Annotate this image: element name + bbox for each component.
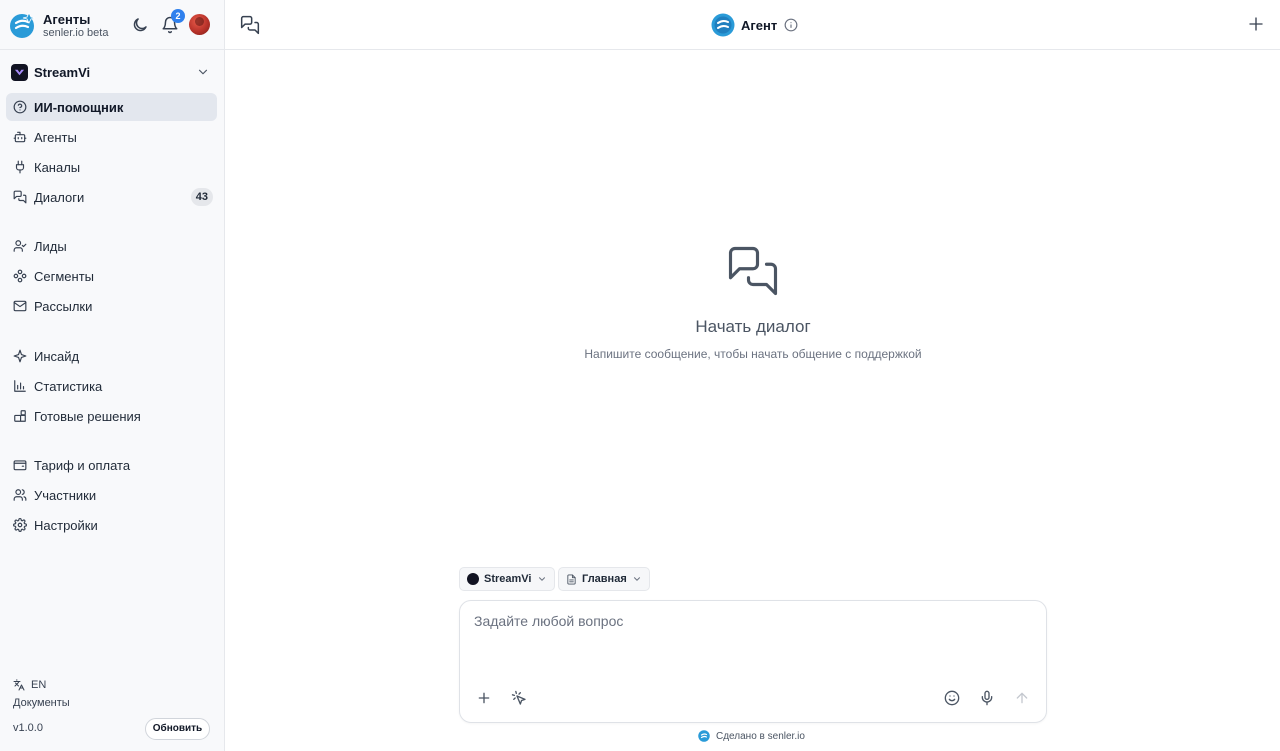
chevron-down-icon <box>633 577 640 581</box>
topbar: Агент <box>225 0 1280 50</box>
sidebar-item-ai-assistant[interactable]: ИИ-помощник <box>6 93 217 121</box>
bot-icon <box>13 131 27 143</box>
sidebar-item-label: Участники <box>34 487 97 503</box>
sparkle-icon <box>13 349 27 363</box>
agent-logo-icon <box>711 13 735 37</box>
sidebar-item-label: Готовые решения <box>34 408 141 424</box>
new-chat-plus-icon[interactable] <box>1247 15 1265 33</box>
sidebar-item-label: Каналы <box>34 159 81 175</box>
plug-icon <box>15 160 25 174</box>
sidebar-item-label: Диалоги <box>34 189 85 205</box>
chat-bubbles-icon <box>13 190 27 204</box>
chat-history-icon[interactable] <box>240 15 260 35</box>
bar-chart-icon <box>14 380 26 392</box>
mail-icon <box>13 300 27 312</box>
sidebar-item-label: Лиды <box>34 238 67 254</box>
wallet-icon <box>13 460 27 471</box>
gear-icon <box>13 518 27 532</box>
sidebar-item-channels[interactable]: Каналы <box>6 153 217 181</box>
send-arrow-icon[interactable] <box>1014 690 1030 706</box>
app-subtitle: senler.io beta <box>43 27 109 39</box>
sidebar-item-statistics[interactable]: Статистика <box>6 372 217 400</box>
message-composer <box>459 600 1047 723</box>
info-icon[interactable] <box>784 18 798 32</box>
sidebar-item-billing[interactable]: Тариф и оплата <box>6 451 217 479</box>
update-button[interactable]: Обновить <box>145 718 210 740</box>
sidebar-item-insight[interactable]: Инсайд <box>6 342 217 370</box>
empty-state-title: Начать диалог <box>695 317 811 336</box>
sidebar-item-label: Агенты <box>34 129 77 145</box>
chat-bubbles-icon <box>728 246 778 296</box>
users-icon <box>13 489 27 501</box>
version-label: v1.0.0 <box>13 722 43 734</box>
docs-link[interactable]: Документы <box>13 697 70 709</box>
workspace-context-chip[interactable]: StreamVi <box>459 567 555 591</box>
sidebar-item-label: Настройки <box>34 517 98 533</box>
sidebar-header: Агенты senler.io beta 2 <box>0 0 225 50</box>
sidebar-item-label: ИИ-помощник <box>34 99 124 115</box>
moon-icon[interactable] <box>131 16 149 34</box>
magic-pointer-icon[interactable] <box>511 690 527 706</box>
sidebar-item-solutions[interactable]: Готовые решения <box>6 402 217 430</box>
sidebar: Агенты senler.io beta 2 StreamVi ИИ-помо… <box>0 0 225 751</box>
sidebar-item-settings[interactable]: Настройки <box>6 511 217 539</box>
workspace-selector[interactable]: StreamVi <box>6 59 217 85</box>
chip-label: StreamVi <box>484 573 532 585</box>
segments-icon <box>13 269 27 283</box>
chevron-down-icon <box>538 577 545 581</box>
sidebar-item-members[interactable]: Участники <box>6 481 217 509</box>
empty-state-subtitle: Напишите сообщение, чтобы начать общение… <box>584 347 922 361</box>
workspace-logo-icon <box>11 63 28 81</box>
avatar[interactable] <box>189 14 210 35</box>
page-title: Агент <box>741 17 778 33</box>
app-title: Агенты <box>43 12 91 27</box>
notification-badge: 2 <box>171 9 185 23</box>
user-check-icon <box>13 240 27 252</box>
footer-text: Сделано в senler.io <box>716 730 805 742</box>
language-label: EN <box>31 679 47 691</box>
sidebar-item-agents[interactable]: Агенты <box>6 123 217 151</box>
sidebar-item-segments[interactable]: Сегменты <box>6 262 217 290</box>
blocks-icon <box>14 410 26 422</box>
made-in-senler-link[interactable]: Сделано в senler.io <box>698 730 805 742</box>
chip-label: Главная <box>582 573 627 585</box>
sidebar-item-dialogs[interactable]: Диалоги 43 <box>6 183 217 211</box>
sidebar-item-label: Инсайд <box>34 348 80 364</box>
file-icon <box>567 573 576 585</box>
message-input[interactable] <box>474 613 1029 673</box>
sidebar-item-label: Сегменты <box>34 268 95 284</box>
sidebar-item-label: Тариф и оплата <box>34 457 131 473</box>
workspace-name: StreamVi <box>34 64 91 80</box>
dialogs-count-badge: 43 <box>190 188 213 206</box>
microphone-icon[interactable] <box>979 690 995 706</box>
emoji-icon[interactable] <box>944 690 960 706</box>
help-circle-icon <box>13 100 27 114</box>
plus-icon[interactable] <box>476 690 492 706</box>
sidebar-item-label: Рассылки <box>34 298 93 314</box>
sidebar-item-mailings[interactable]: Рассылки <box>6 292 217 320</box>
sidebar-item-leads[interactable]: Лиды <box>6 232 217 260</box>
senler-logo-icon <box>698 730 710 742</box>
page-context-chip[interactable]: Главная <box>558 567 650 591</box>
sidebar-item-label: Статистика <box>34 378 103 394</box>
chevron-down-icon <box>198 69 208 75</box>
workspace-logo-icon <box>467 573 479 585</box>
translate-icon <box>13 679 25 691</box>
language-switch[interactable]: EN <box>13 679 46 691</box>
agent-header: Агент <box>711 13 798 37</box>
senler-logo-icon <box>10 12 36 38</box>
